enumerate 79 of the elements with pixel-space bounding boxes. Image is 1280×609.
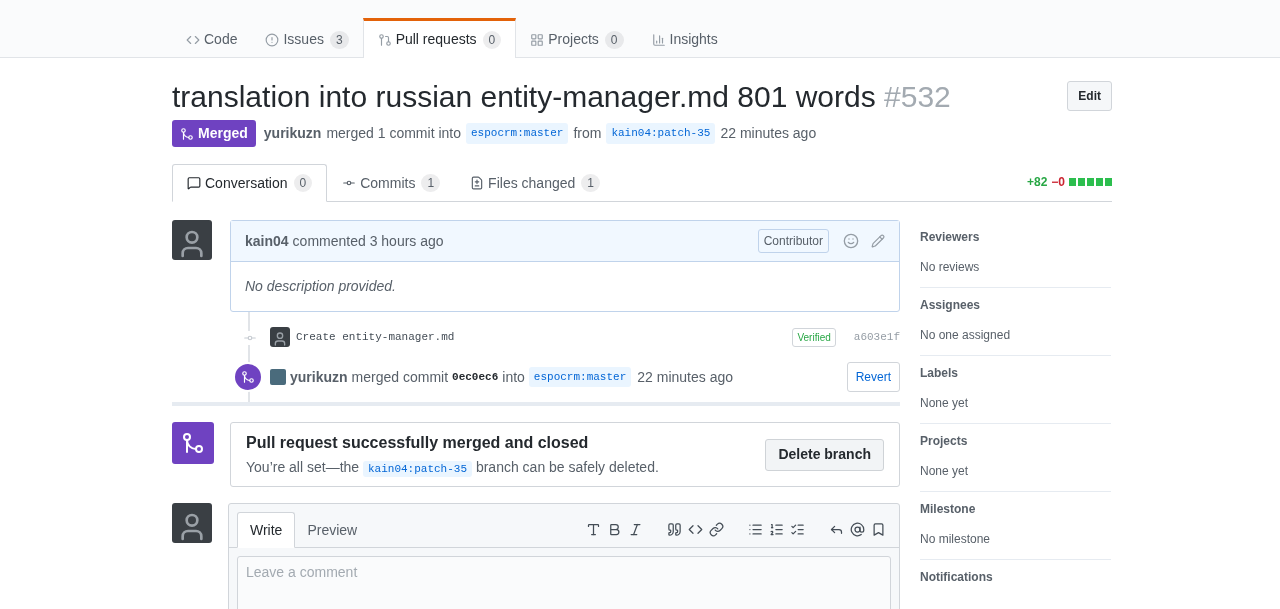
editor-tab[interactable]: Preview [295, 512, 370, 548]
comment-body: No description provided. [245, 277, 396, 296]
quote-icon[interactable] [667, 521, 682, 537]
branch-name[interactable]: espocrm:master [466, 123, 569, 144]
sidebar-value: None yet [920, 463, 970, 480]
add-reaction-icon[interactable] [843, 233, 859, 249]
sidebar-value: No milestone [920, 531, 992, 548]
alert-circle-icon [265, 32, 280, 47]
from-text: from [573, 124, 602, 143]
count-badge: 3 [329, 30, 349, 49]
repo-tab[interactable]: Pull requests 0 [362, 18, 517, 58]
bulleted-list-icon[interactable] [748, 521, 763, 537]
count-badge: 1 [581, 174, 600, 192]
additions-count: +82 [1026, 174, 1048, 191]
task-list-icon[interactable] [790, 521, 805, 537]
into-text: into [502, 367, 525, 387]
commit-message[interactable]: Create entity-manager.md [296, 328, 455, 346]
comment-time: commented 3 hours ago [292, 231, 444, 251]
pr-tab[interactable]: Files changed 1 [455, 164, 615, 202]
contributor-badge: Contributor [757, 229, 829, 253]
repo-tab[interactable]: Code [172, 18, 252, 58]
repo-tab[interactable]: Projects 0 [516, 18, 638, 58]
avatar [270, 369, 286, 385]
diffstat-drawing [1069, 178, 1112, 186]
delete-branch-button[interactable]: Delete branch [765, 438, 884, 471]
pr-title: translation into russian entity-manager.md 801 words #532 [172, 79, 951, 115]
grid-icon [530, 32, 545, 47]
branch-name[interactable]: kain04:patch-35 [363, 461, 473, 477]
merged-status-title: Pull request successfully merged and closed [246, 433, 590, 453]
comment-author[interactable]: kain04 [245, 230, 289, 252]
timestamp: 22 minutes ago [720, 124, 817, 143]
sidebar-heading[interactable]: Notifications [920, 568, 1111, 586]
sidebar-heading[interactable]: Assignees [920, 296, 1111, 314]
sidebar-heading[interactable]: Projects [920, 432, 1111, 450]
comment-input[interactable]: Leave a comment [237, 556, 891, 609]
numbered-list-icon[interactable] [769, 521, 784, 537]
editor-tab[interactable]: Write [237, 512, 296, 548]
sidebar-heading[interactable]: Reviewers [920, 228, 1111, 246]
pr-tab[interactable]: Conversation 0 [172, 164, 328, 202]
bar-chart-icon [651, 32, 666, 47]
link-icon[interactable] [709, 521, 724, 537]
pull-request-icon [377, 32, 392, 47]
actor-link[interactable]: yurikuzn [290, 366, 348, 388]
revert-button[interactable]: Revert [846, 362, 900, 392]
merged-status-text: You’re all set—the kain04:patch-35 branch can be safely deleted. [246, 458, 659, 478]
commit-sha[interactable]: 0ec0ec6 [452, 368, 499, 386]
repo-tab[interactable]: Insights [637, 18, 732, 58]
count-badge: 0 [604, 30, 624, 49]
speech-bubble-icon [187, 176, 201, 190]
deletions-count: −0 [1051, 174, 1065, 191]
merged-status-icon [172, 422, 214, 464]
avatar [172, 503, 212, 543]
bookmark-icon[interactable] [871, 521, 886, 537]
merge-text: merged 1 commit into [326, 124, 461, 143]
edit-button[interactable]: Edit [1067, 81, 1112, 111]
branch-name[interactable]: espocrm:master [528, 366, 632, 388]
sidebar-heading[interactable]: Milestone [920, 500, 1111, 518]
count-badge: 0 [482, 30, 502, 49]
merged-state-badge: Merged [172, 120, 256, 147]
avatar [172, 220, 212, 260]
file-diff-icon [470, 176, 485, 190]
avatar [270, 327, 290, 347]
sidebar-heading[interactable]: Labels [920, 364, 1111, 382]
merge-text: merged commit [351, 367, 449, 387]
heading-icon[interactable] [586, 521, 601, 537]
repo-tab[interactable]: Issues 3 [251, 18, 363, 58]
author-link[interactable]: yurikuzn [263, 123, 322, 144]
sidebar-value: No reviews [920, 259, 981, 276]
count-badge: 0 [293, 174, 313, 192]
italic-icon[interactable] [628, 521, 643, 537]
pr-tab[interactable]: Commits 1 [327, 164, 456, 202]
mention-icon[interactable] [850, 521, 865, 537]
bold-icon[interactable] [607, 521, 622, 537]
timestamp: 22 minutes ago [637, 367, 733, 387]
sidebar-value: None yet [920, 395, 970, 412]
verified-badge[interactable]: Verified [792, 327, 836, 347]
branch-name[interactable]: kain04:patch-35 [606, 123, 716, 144]
count-badge: 1 [421, 174, 441, 192]
sidebar-value: No one assigned [920, 327, 1012, 344]
